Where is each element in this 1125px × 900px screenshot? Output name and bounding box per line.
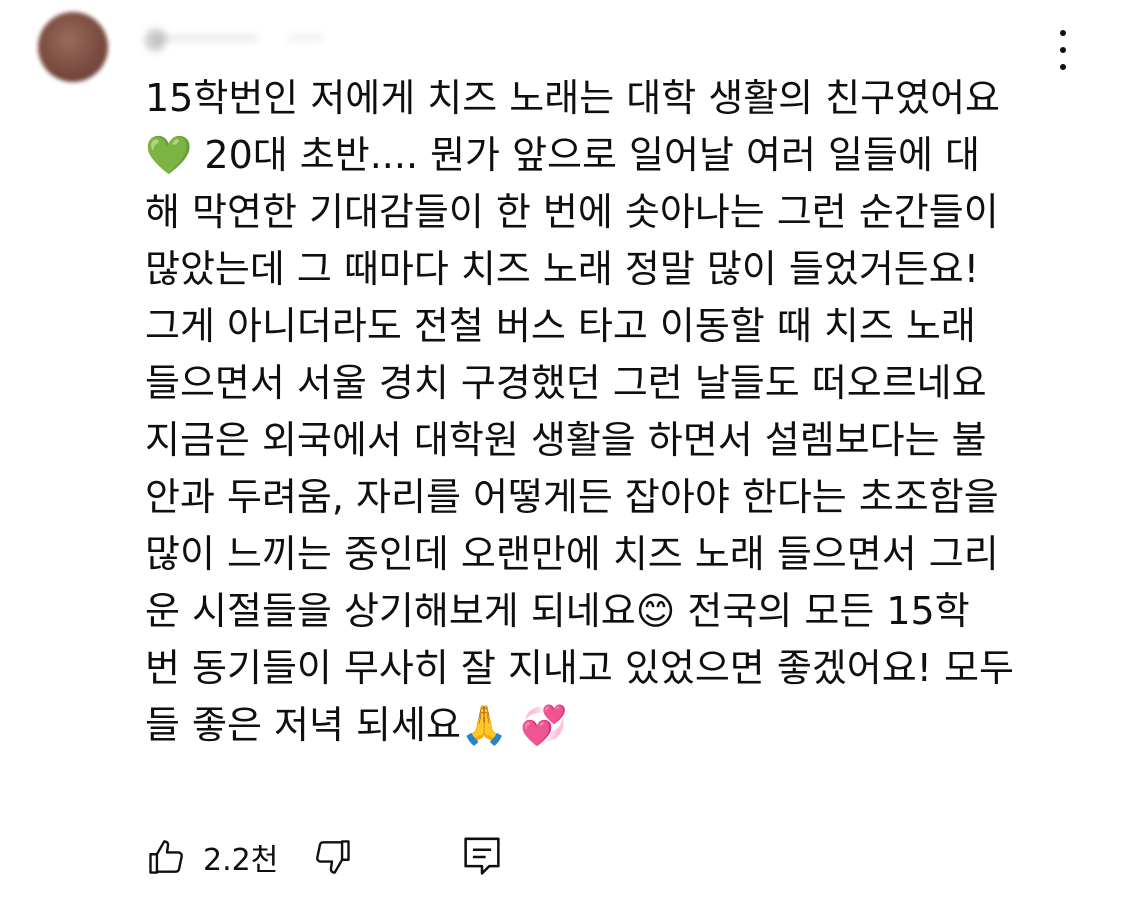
comment-line: 들으면서 서울 경치 구경했던 그런 날들도 떠오르네요 bbox=[145, 361, 987, 405]
comment-line: 번 동기들이 무사히 잘 지내고 있었으면 좋겠어요! 모두 bbox=[145, 646, 1014, 690]
comment-line: 많았는데 그 때마다 치즈 노래 정말 많이 들었거든요! bbox=[145, 247, 979, 291]
more-vert-icon-dot bbox=[1060, 47, 1066, 53]
reply-button[interactable] bbox=[462, 835, 502, 879]
like-count: 2.2천 bbox=[203, 843, 279, 878]
author-name-redacted[interactable]: @············· bbox=[145, 27, 258, 52]
comment-line: 💚 20대 초반.... 뭔가 앞으로 일어날 여러 일들에 대 bbox=[145, 133, 980, 177]
more-options-button[interactable] bbox=[1053, 30, 1073, 70]
comment-line: 지금은 외국에서 대학원 생활을 하면서 설렘보다는 불 bbox=[145, 418, 987, 462]
comment-action-bar: 2.2천 bbox=[145, 832, 502, 882]
comment-line: 해 막연한 기대감들이 한 번에 솟아나는 그런 순간들이 bbox=[145, 190, 999, 234]
comment-line: 15학번인 저에게 치즈 노래는 대학 생활의 친구였어요 bbox=[145, 76, 1000, 120]
comment-text: 15학번인 저에게 치즈 노래는 대학 생활의 친구였어요 💚 20대 초반..… bbox=[145, 70, 1025, 754]
thumbs-down-icon bbox=[316, 840, 351, 874]
comment-line: 운 시절들을 상기해보게 되네요😊 전국의 모든 15학 bbox=[145, 589, 970, 633]
more-vert-icon-dot bbox=[1060, 64, 1066, 70]
comment-line: 안과 두려움, 자리를 어떻게든 잡아야 한다는 초조함을 bbox=[145, 475, 999, 519]
dislike-button[interactable] bbox=[310, 835, 354, 879]
like-button[interactable] bbox=[145, 835, 189, 879]
avatar[interactable] bbox=[38, 12, 108, 82]
comment-time-redacted: ····· bbox=[287, 26, 323, 52]
comment-line: 들 좋은 저녁 되세요🙏 💞 bbox=[145, 703, 568, 747]
comment-line: 그게 아니더라도 전철 버스 타고 이동할 때 치즈 노래 bbox=[145, 304, 976, 348]
comment-header: @············· ····· bbox=[145, 26, 323, 52]
thumbs-up-icon bbox=[149, 840, 183, 874]
comment-line: 많이 느끼는 중인데 오랜만에 치즈 노래 들으면서 그리 bbox=[145, 532, 999, 576]
more-vert-icon bbox=[1060, 30, 1066, 36]
reply-comment-icon bbox=[464, 837, 500, 875]
